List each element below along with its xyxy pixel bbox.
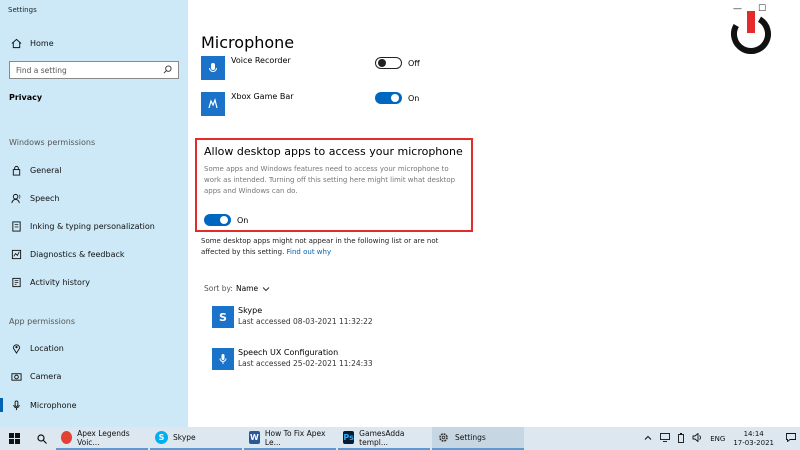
page-title: Microphone <box>201 33 295 52</box>
find-out-why-link[interactable]: Find out why <box>287 248 332 256</box>
activity-icon <box>10 276 22 288</box>
taskbar-app-photoshop[interactable]: Ps GamesAdda templ... <box>338 427 430 450</box>
toggle-switch[interactable] <box>375 57 402 69</box>
taskbar-app-label: GamesAdda templ... <box>359 428 405 447</box>
sidebar-item-label: Microphone <box>30 400 77 410</box>
sidebar-item-label: Home <box>30 38 54 48</box>
taskbar-app-skype[interactable]: S Skype <box>150 427 242 450</box>
toggle-switch[interactable] <box>204 214 231 226</box>
sidebar-item-location[interactable]: Location <box>0 338 188 358</box>
start-button[interactable] <box>0 427 28 450</box>
sidebar-item-label: Activity history <box>30 277 90 287</box>
toggle-state: On <box>408 93 420 103</box>
power-logo-icon <box>731 11 771 54</box>
category-title: Privacy <box>9 93 43 102</box>
list-item: Speech UX Configuration Last accessed 25… <box>212 348 432 374</box>
desktop-apps-note: Some desktop apps might not appear in th… <box>201 236 461 258</box>
taskbar-app-settings[interactable]: Settings <box>432 427 524 450</box>
lock-icon <box>10 164 22 176</box>
sidebar: Settings Home Find a setting Privacy Win… <box>0 0 188 427</box>
main-panel: Microphone Voice Recorder Off Xbox Game … <box>188 0 800 427</box>
diagnostics-icon <box>10 248 22 260</box>
microphone-icon <box>10 399 22 411</box>
toggle-state: On <box>237 215 249 225</box>
sidebar-item-label: Speech <box>30 193 60 203</box>
voice-recorder-icon <box>201 56 225 80</box>
skype-icon: S <box>212 306 234 328</box>
app-permissions-heading: App permissions <box>9 317 76 326</box>
speech-ux-icon <box>212 348 234 370</box>
taskbar-search-button[interactable] <box>28 427 56 450</box>
sidebar-item-speech[interactable]: Speech <box>0 188 188 208</box>
window-title: Settings <box>8 6 37 14</box>
speech-icon <box>10 192 22 204</box>
app-name: Skype <box>238 306 263 315</box>
chrome-icon <box>61 431 73 444</box>
battery-icon[interactable] <box>678 432 685 445</box>
clock-time: 14:14 <box>743 429 764 438</box>
settings-gear-icon <box>437 431 450 444</box>
sidebar-item-label: Camera <box>30 371 62 381</box>
taskbar-app-label: Apex Legends Voic... <box>77 428 130 447</box>
inking-icon <box>10 220 22 232</box>
network-icon[interactable] <box>660 433 671 444</box>
last-accessed: Last accessed 25-02-2021 11:24:33 <box>238 359 373 368</box>
toggle-switch[interactable] <box>375 92 402 104</box>
windows-permissions-heading: Windows permissions <box>9 138 96 147</box>
sort-value: Name <box>235 284 259 293</box>
sort-label: Sort by: <box>204 284 233 293</box>
camera-icon <box>10 370 22 382</box>
taskbar-app-label: How To Fix Apex Le... <box>264 428 326 447</box>
home-icon <box>10 37 22 49</box>
sidebar-item-label: Diagnostics & feedback <box>30 249 125 259</box>
taskbar-app-label: Skype <box>173 433 196 442</box>
search-icon <box>37 433 47 444</box>
search-icon <box>163 64 172 76</box>
notifications-icon[interactable] <box>786 433 796 444</box>
app-name: Xbox Game Bar <box>231 92 294 101</box>
taskbar-app-word[interactable]: W How To Fix Apex Le... <box>244 427 336 450</box>
sidebar-item-general[interactable]: General <box>0 160 188 180</box>
sidebar-item-home[interactable]: Home <box>0 33 188 53</box>
xbox-game-bar-icon <box>201 92 225 116</box>
allow-desktop-apps-toggle[interactable]: On <box>204 214 248 226</box>
volume-icon[interactable] <box>692 432 702 444</box>
voice-recorder-toggle[interactable]: Off <box>375 57 420 69</box>
search-input[interactable]: Find a setting <box>9 61 179 79</box>
taskbar-app-chrome[interactable]: Apex Legends Voic... <box>56 427 148 450</box>
language-indicator[interactable]: ENG <box>710 435 725 443</box>
search-placeholder: Find a setting <box>16 65 67 75</box>
sidebar-item-inking[interactable]: Inking & typing personalization <box>0 216 188 236</box>
sidebar-item-label: Inking & typing personalization <box>30 221 155 231</box>
last-accessed: Last accessed 08-03-2021 11:32:22 <box>238 317 373 326</box>
sidebar-item-camera[interactable]: Camera <box>0 366 188 386</box>
chevron-up-icon[interactable] <box>644 434 652 444</box>
clock[interactable]: 14:14 17-03-2021 <box>733 430 774 448</box>
chevron-down-icon <box>262 286 270 291</box>
toggle-state: Off <box>408 58 420 68</box>
sort-dropdown[interactable]: Sort by: Name <box>204 284 270 293</box>
app-name: Voice Recorder <box>231 56 291 65</box>
section-title: Allow desktop apps to access your microp… <box>204 145 463 158</box>
app-name: Speech UX Configuration <box>238 348 339 357</box>
taskbar: Apex Legends Voic... S Skype W How To Fi… <box>0 427 800 450</box>
taskbar-app-label: Settings <box>455 433 486 442</box>
section-description: Some apps and Windows features need to a… <box>204 165 456 195</box>
word-icon: W <box>249 431 260 444</box>
sidebar-item-microphone[interactable]: Microphone <box>0 395 188 415</box>
photoshop-icon: Ps <box>343 431 355 444</box>
list-item: S Skype Last accessed 08-03-2021 11:32:2… <box>212 306 432 332</box>
sidebar-item-label: General <box>30 165 62 175</box>
sidebar-item-activity-history[interactable]: Activity history <box>0 272 188 292</box>
xbox-game-bar-toggle[interactable]: On <box>375 92 419 104</box>
clock-date: 17-03-2021 <box>733 438 774 447</box>
windows-icon <box>8 433 20 444</box>
sidebar-item-diagnostics[interactable]: Diagnostics & feedback <box>0 244 188 264</box>
allow-desktop-apps-section: Allow desktop apps to access your microp… <box>195 138 473 232</box>
sidebar-item-label: Location <box>30 343 64 353</box>
location-icon <box>10 342 22 354</box>
skype-icon: S <box>155 431 168 444</box>
system-tray: ENG 14:14 17-03-2021 <box>640 427 800 450</box>
